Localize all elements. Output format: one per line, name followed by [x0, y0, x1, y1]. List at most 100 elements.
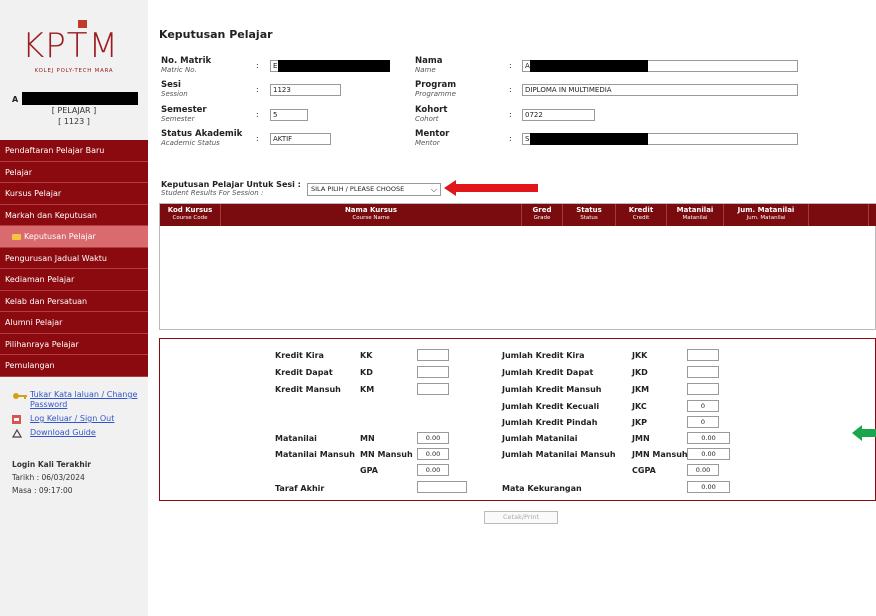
page: KPTM KOLEJ POLY-TECH MARA A [ PELAJAR ] …: [0, 0, 876, 616]
taraf-akhir-value: [417, 481, 467, 493]
km-value: [417, 383, 449, 395]
nav-label: Markah dan Keputusan: [5, 210, 97, 220]
nav-item-pemulangan[interactable]: Pemulangan: [0, 355, 148, 377]
nav-label: Pelajar: [5, 167, 32, 177]
label-main: Nama: [415, 56, 443, 66]
change-password-link[interactable]: Tukar Kata laluan / Change Password: [12, 390, 146, 410]
sesi-label: Sesi Session: [161, 81, 188, 99]
col-label: Kod Kursus: [167, 206, 213, 214]
nav-item-jadual[interactable]: Pengurusan Jadual Waktu: [0, 247, 148, 269]
colon: :: [256, 134, 259, 143]
sidebar-nav: Pendaftaran Pelajar Baru Pelajar Kursus …: [0, 140, 148, 377]
sidebar: KPTM KOLEJ POLY-TECH MARA A [ PELAJAR ] …: [0, 0, 148, 616]
chevron-down-icon: ⌵: [430, 185, 437, 194]
nav-item-pendaftaran[interactable]: Pendaftaran Pelajar Baru: [0, 140, 148, 162]
kd-value: [417, 366, 449, 378]
label-main: Keputusan Pelajar Untuk Sesi :: [161, 180, 301, 189]
jmn-mansuh-value: 0.00: [687, 448, 730, 460]
semester-label: Semester Semester: [161, 106, 207, 124]
redacted-matrik: [278, 60, 390, 72]
sum-label: Mata Kekurangan: [502, 484, 582, 493]
label-sub: Name: [415, 66, 436, 74]
header-divider: [868, 204, 869, 226]
print-button[interactable]: Cetak/Print: [484, 511, 558, 524]
nav-item-markah[interactable]: Markah dan Keputusan: [0, 204, 148, 226]
label-main: Sesi: [161, 80, 181, 90]
colon: :: [509, 61, 512, 70]
program-field: DIPLOMA IN MULTIMEDIA: [522, 84, 798, 96]
nav-item-kelab[interactable]: Kelab dan Persatuan: [0, 290, 148, 312]
results-table: Kod Kursus Course Code Nama Kursus Course …: [159, 203, 876, 330]
sum-label: Kredit Dapat: [275, 368, 333, 377]
sum-label: Jumlah Kredit Pindah: [502, 418, 598, 427]
kohort-label: Kohort Cohort: [415, 106, 447, 124]
red-arrow-annotation: [444, 180, 538, 196]
sum-label: Kredit Kira: [275, 351, 324, 360]
sum-label: Jumlah Matanilai Mansuh: [502, 450, 616, 459]
col-sub: Matanilai: [682, 215, 708, 221]
label-sub: Academic Status: [161, 139, 220, 147]
sesi-field: 1123: [270, 84, 341, 96]
nama-label: Nama Name: [415, 57, 442, 75]
label-sub: Cohort: [415, 115, 439, 123]
col-nama-kursus: Nama Kursus Course Name: [221, 206, 521, 222]
redacted-mentor: [530, 133, 648, 145]
sum-label: Jumlah Kredit Kecuali: [502, 402, 600, 411]
session-select-label: Keputusan Pelajar Untuk Sesi : Student Re…: [161, 180, 301, 198]
download-guide-link[interactable]: Download Guide: [12, 428, 146, 438]
main-content: Keputusan Pelajar No. Matrik Matric No. :…: [148, 0, 876, 616]
label-sub: Student Results For Session :: [161, 189, 264, 197]
folder-icon: [12, 234, 21, 240]
nav-item-alumni[interactable]: Alumni Pelajar: [0, 312, 148, 334]
nav-item-pilihanraya[interactable]: Pilihanraya Pelajar: [0, 333, 148, 355]
col-sub: Status: [580, 215, 598, 221]
label-sub: Session: [161, 90, 188, 98]
sum-code: GPA: [360, 466, 378, 475]
colon: :: [256, 110, 259, 119]
sum-label: Kredit Mansuh: [275, 385, 341, 394]
label-main: Status Akademik: [161, 129, 243, 139]
col-label: Jum. Matanilai: [737, 206, 795, 214]
logo-mark: [78, 20, 87, 28]
mentor-label: Mentor Mentor: [415, 130, 449, 148]
sum-code: MN: [360, 434, 375, 443]
sum-code: JKP: [632, 418, 648, 427]
logout-link[interactable]: Log Keluar / Sign Out: [12, 414, 146, 424]
colon: :: [256, 61, 259, 70]
semester-field: 5: [270, 109, 308, 121]
mn-value: 0.00: [417, 432, 449, 444]
date-value: : 06/03/2024: [36, 473, 85, 482]
sum-code: JKC: [632, 402, 647, 411]
col-kredit: Kredit Credit: [616, 206, 666, 222]
mata-kekurangan-value: 0.00: [687, 481, 730, 493]
nav-item-pelajar[interactable]: Pelajar: [0, 161, 148, 183]
date-label: Tarikh: [12, 473, 35, 482]
nav-label: Pengurusan Jadual Waktu: [5, 253, 107, 263]
jkc-value: 0: [687, 400, 719, 412]
col-status: Status Status: [563, 206, 615, 222]
colon: :: [509, 110, 512, 119]
sum-label: Matanilai Mansuh: [275, 450, 355, 459]
nav-item-kediaman[interactable]: Kediaman Pelajar: [0, 269, 148, 291]
label-sub: Semester: [161, 115, 195, 123]
col-label: Nama Kursus: [344, 206, 398, 214]
sum-code: JMN Mansuh: [632, 450, 688, 459]
col-gred: Gred Grade: [522, 206, 562, 222]
sum-label: Jumlah Kredit Kira: [502, 351, 585, 360]
jmn-value: 0.00: [687, 432, 730, 444]
sum-code: JMN: [632, 434, 650, 443]
mentor-value: S: [525, 135, 530, 143]
sum-code: JKK: [632, 351, 648, 360]
colon: :: [256, 85, 259, 94]
jkd-value: [687, 366, 719, 378]
nav-item-keputusan-active[interactable]: Keputusan Pelajar: [0, 226, 148, 248]
nav-item-kursus[interactable]: Kursus Pelajar: [0, 183, 148, 205]
results-summary: Kredit Kira KK Kredit Dapat KD Kredit Ma…: [159, 338, 876, 501]
session-select[interactable]: SILA PILIH / PLEASE CHOOSE ⌵: [307, 183, 441, 196]
jkk-value: [687, 349, 719, 361]
key-icon: [13, 393, 27, 399]
redacted-user-name: [22, 92, 138, 105]
cgpa-value: 0.00: [687, 464, 719, 476]
col-label: Kredit: [628, 206, 654, 214]
sum-code: KM: [360, 385, 375, 394]
